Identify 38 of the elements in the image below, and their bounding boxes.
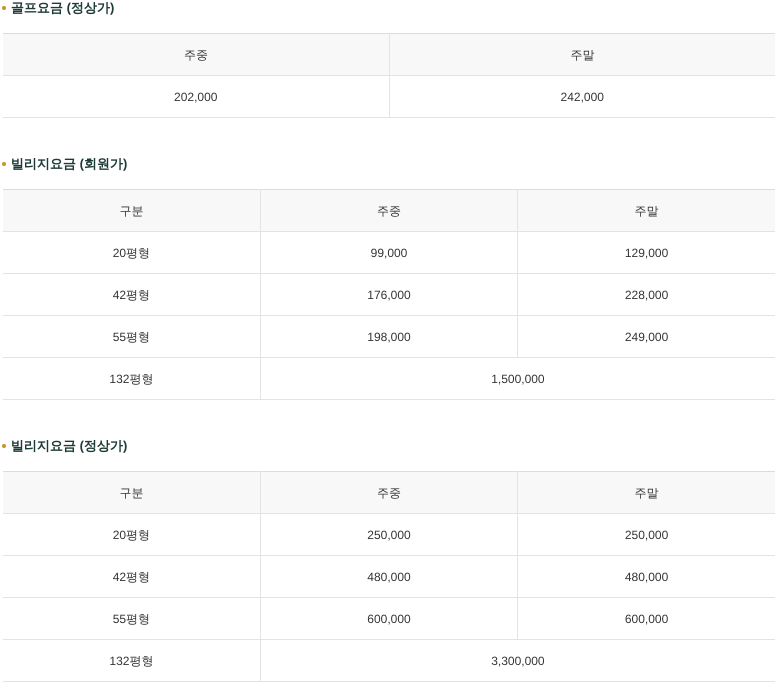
table-cell: 20평형 [3,232,260,274]
table-cell: 600,000 [518,598,775,640]
table-cell: 1,500,000 [260,358,775,400]
table-cell: 176,000 [260,274,518,316]
column-header: 주중 [3,34,389,76]
column-header: 구분 [3,472,260,514]
bullet-icon [2,6,6,10]
table-cell: 249,000 [518,316,775,358]
table-cell: 20평형 [3,514,260,556]
bullet-icon [2,444,6,448]
section-title: 빌리지요금 (회원가) [11,156,128,172]
table-cell: 55평형 [3,598,260,640]
table-cell: 129,000 [518,232,775,274]
column-header: 주말 [518,190,775,232]
table-cell: 42평형 [3,556,260,598]
table-cell: 250,000 [260,514,518,556]
section-title: 골프요금 (정상가) [11,0,114,16]
column-header: 주중 [260,472,518,514]
column-header: 구분 [3,190,260,232]
table-cell: 228,000 [518,274,775,316]
table-cell: 202,000 [3,76,389,118]
table-cell: 198,000 [260,316,518,358]
column-header: 주중 [260,190,518,232]
table-cell: 480,000 [260,556,518,598]
section-title: 빌리지요금 (정상가) [11,438,128,454]
table-cell: 99,000 [260,232,518,274]
bullet-icon [2,162,6,166]
table-cell: 250,000 [518,514,775,556]
table-cell: 132평형 [3,358,260,400]
column-header: 주말 [518,472,775,514]
table-cell: 480,000 [518,556,775,598]
table-cell: 42평형 [3,274,260,316]
table-cell: 3,300,000 [260,640,775,682]
table-cell: 600,000 [260,598,518,640]
column-header: 주말 [389,34,775,76]
table-cell: 132평형 [3,640,260,682]
table-cell: 55평형 [3,316,260,358]
table-cell: 242,000 [389,76,775,118]
